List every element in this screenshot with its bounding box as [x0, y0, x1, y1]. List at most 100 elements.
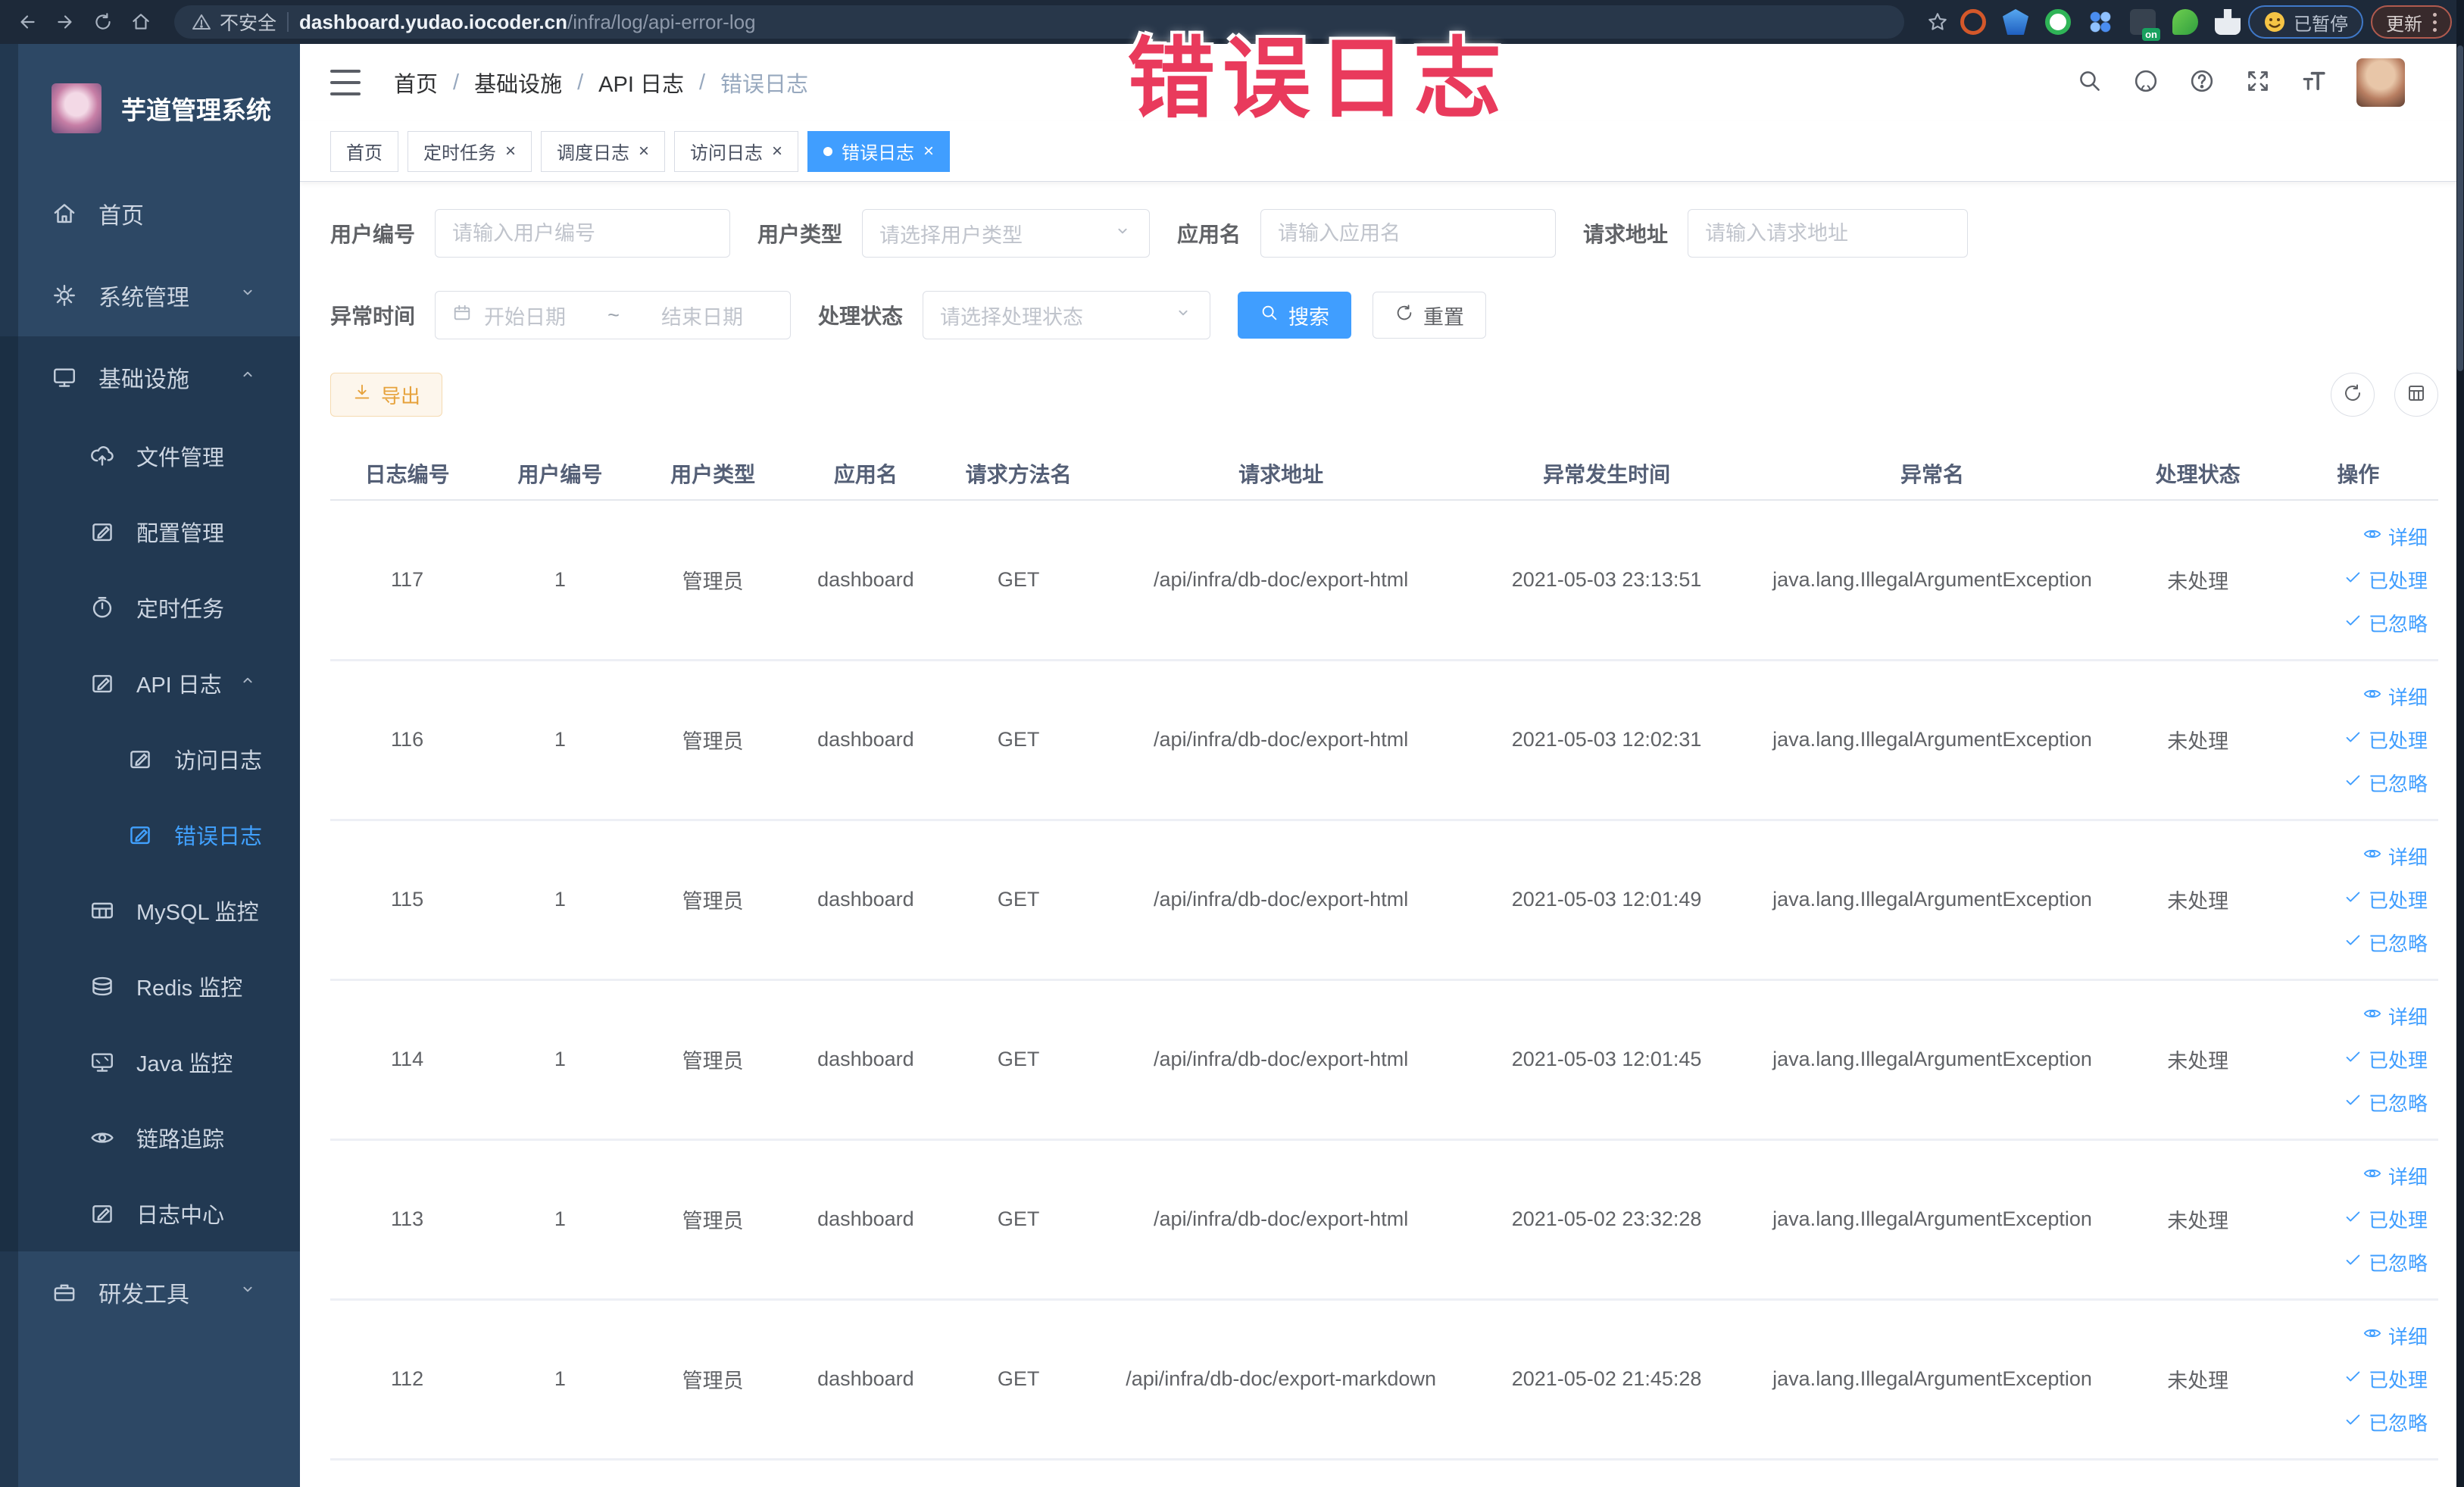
github-icon[interactable] — [2132, 67, 2160, 98]
action-detail-link[interactable]: 详细 — [2363, 683, 2428, 711]
breadcrumb-item[interactable]: API 日志 — [598, 67, 684, 98]
check-icon — [2343, 1047, 2363, 1072]
sidebar-item-system-mgmt[interactable]: 系统管理 — [0, 255, 300, 336]
reload-icon[interactable] — [88, 7, 118, 37]
tab-label: 调度日志 — [557, 143, 630, 164]
search-icon[interactable] — [2076, 67, 2103, 98]
extension-icon-4[interactable] — [2088, 9, 2113, 35]
bookmark-star-icon[interactable] — [1922, 7, 1953, 37]
extension-icon-5[interactable]: on — [2130, 9, 2160, 41]
not-secure-warning[interactable]: 不安全 — [191, 8, 276, 36]
action-processed-link[interactable]: 已处理 — [2343, 726, 2428, 754]
cell-exception: java.lang.IllegalArgumentException — [1747, 1299, 2118, 1460]
sidebar-item-infrastructure[interactable]: 基础设施 — [0, 336, 300, 418]
column-header-异常名: 异常名 — [1747, 447, 2118, 501]
tab-首页[interactable]: 首页 — [330, 130, 398, 172]
action-ignored-link[interactable]: 已忽略 — [2343, 609, 2428, 637]
process-status-select[interactable]: 请选择处理状态 — [923, 291, 1211, 339]
app-logo-row[interactable]: 芋道管理系统 — [0, 44, 300, 173]
sidebar-item-label: 基础设施 — [98, 367, 189, 392]
action-processed-link[interactable]: 已处理 — [2343, 1045, 2428, 1073]
tab-close-icon[interactable]: × — [772, 142, 782, 161]
breadcrumb-item[interactable]: 首页 — [394, 67, 438, 98]
tab-访问日志[interactable]: 访问日志 × — [674, 130, 799, 172]
help-icon[interactable] — [2188, 67, 2216, 98]
export-button[interactable]: 导出 — [330, 373, 443, 417]
forward-icon[interactable] — [50, 7, 80, 37]
action-processed-link[interactable]: 已处理 — [2343, 566, 2428, 594]
column-settings-button[interactable] — [2394, 373, 2438, 417]
breadcrumb-item[interactable]: 基础设施 — [474, 67, 562, 98]
scrollbar-thumb[interactable] — [2457, 45, 2463, 371]
action-ignored-link[interactable]: 已忽略 — [2343, 1089, 2428, 1117]
cell-method: GET — [942, 660, 1096, 821]
tab-close-icon[interactable]: × — [923, 142, 934, 161]
collapse-sidebar-icon[interactable] — [330, 70, 361, 95]
cell-app: dashboard — [789, 500, 942, 661]
browser-menu-icon[interactable] — [2433, 12, 2437, 32]
extension-icon-3[interactable] — [2045, 9, 2071, 35]
tab-close-icon[interactable]: × — [639, 142, 649, 161]
search-button[interactable]: 搜索 — [1238, 292, 1352, 339]
back-icon[interactable] — [12, 7, 42, 37]
cell-time: 2021-05-02 23:32:28 — [1466, 1139, 1747, 1301]
refresh-table-button[interactable] — [2331, 373, 2375, 417]
sidebar-item-error-log[interactable]: 错误日志 — [0, 797, 300, 873]
user-type-select[interactable]: 请选择用户类型 — [862, 209, 1151, 258]
user-avatar[interactable] — [2356, 58, 2405, 107]
sidebar-item-scheduled-jobs[interactable]: 定时任务 — [0, 570, 300, 645]
sidebar-item-access-log[interactable]: 访问日志 — [0, 721, 300, 797]
sidebar-item-home[interactable]: 首页 — [0, 173, 300, 255]
sidebar-item-mysql-monitor[interactable]: MySQL 监控 — [0, 873, 300, 948]
sidebar-item-log-center[interactable]: 日志中心 — [0, 1176, 300, 1251]
reset-button[interactable]: 重置 — [1373, 292, 1487, 339]
extension-icon-7[interactable] — [2215, 9, 2241, 35]
action-ignored-link[interactable]: 已忽略 — [2343, 1248, 2428, 1276]
tab-定时任务[interactable]: 定时任务 × — [408, 130, 532, 172]
tab-错误日志[interactable]: 错误日志 × — [807, 130, 951, 172]
sidebar-item-redis-monitor[interactable]: Redis 监控 — [0, 948, 300, 1024]
cell-status: 未处理 — [2117, 820, 2278, 981]
cell-method: GET — [942, 979, 1096, 1141]
extension-icon-6[interactable] — [2172, 9, 2198, 35]
extension-icon-2[interactable] — [2003, 9, 2028, 35]
tab-label: 访问日志 — [690, 143, 764, 164]
action-detail-link[interactable]: 详细 — [2363, 1002, 2428, 1030]
browser-update-button[interactable]: 更新 — [2371, 5, 2452, 39]
date-end-placeholder: 结束日期 — [661, 305, 744, 329]
action-detail-link[interactable]: 详细 — [2363, 842, 2428, 870]
action-detail-link[interactable]: 详细 — [2363, 1322, 2428, 1350]
page-scrollbar[interactable] — [2456, 0, 2464, 1487]
tab-调度日志[interactable]: 调度日志 × — [541, 130, 666, 172]
browser-home-icon[interactable] — [126, 7, 156, 37]
sidebar-item-api-log[interactable]: API 日志 — [0, 645, 300, 721]
extension-icon-1[interactable] — [1960, 9, 1986, 35]
action-processed-link[interactable]: 已处理 — [2343, 886, 2428, 914]
action-detail-link[interactable]: 详细 — [2363, 523, 2428, 551]
sidebar-item-java-monitor[interactable]: Java 监控 — [0, 1024, 300, 1100]
sidebar-item-config-mgmt[interactable]: 配置管理 — [0, 494, 300, 570]
app-name-input[interactable] — [1260, 209, 1557, 258]
breadcrumb-separator: / — [577, 70, 584, 95]
date-range-picker[interactable]: 开始日期 ~ 结束日期 — [435, 291, 792, 339]
fullscreen-icon[interactable] — [2244, 67, 2272, 98]
action-ignored-link[interactable]: 已忽略 — [2343, 929, 2428, 957]
date-separator: ~ — [607, 303, 620, 326]
address-bar[interactable]: 不安全 dashboard.yudao.iocoder.cn/infra/log… — [174, 5, 1904, 39]
action-processed-link[interactable]: 已处理 — [2343, 1205, 2428, 1233]
action-detail-link[interactable]: 详细 — [2363, 1162, 2428, 1190]
request-url-label: 请求地址 — [1583, 223, 1669, 246]
sidebar-item-dev-tools[interactable]: 研发工具 — [0, 1251, 300, 1333]
filter-request-url: 请求地址 — [1583, 209, 1969, 258]
user-id-input[interactable] — [435, 209, 731, 258]
browser-profile-chip[interactable]: 已暂停 — [2248, 5, 2363, 39]
request-url-input[interactable] — [1688, 209, 1969, 258]
action-ignored-link[interactable]: 已忽略 — [2343, 1408, 2428, 1436]
cell-user_type: 管理员 — [636, 1299, 790, 1460]
font-size-icon[interactable] — [2300, 67, 2328, 98]
action-ignored-link[interactable]: 已忽略 — [2343, 769, 2428, 797]
action-processed-link[interactable]: 已处理 — [2343, 1365, 2428, 1393]
tab-close-icon[interactable]: × — [505, 142, 516, 161]
sidebar-item-file-mgmt[interactable]: 文件管理 — [0, 418, 300, 494]
sidebar-item-trace[interactable]: 链路追踪 — [0, 1100, 300, 1176]
